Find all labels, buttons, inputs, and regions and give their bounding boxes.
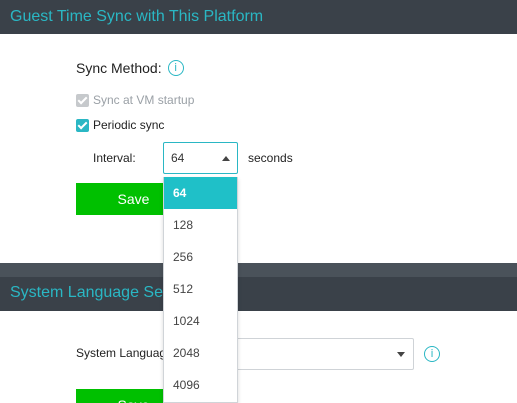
- caret-down-icon: [397, 352, 405, 357]
- periodic-sync-option[interactable]: Periodic sync: [76, 118, 164, 132]
- interval-option[interactable]: 256: [164, 241, 237, 273]
- sync-at-startup-label: Sync at VM startup: [93, 93, 195, 107]
- interval-option[interactable]: 512: [164, 273, 237, 305]
- interval-select-value: 64: [171, 151, 185, 165]
- time-sync-section-title: Guest Time Sync with This Platform: [10, 8, 264, 25]
- periodic-sync-label[interactable]: Periodic sync: [93, 118, 164, 132]
- interval-option[interactable]: 2048: [164, 337, 237, 369]
- interval-label: Interval:: [93, 151, 136, 165]
- sync-at-startup-option: Sync at VM startup: [76, 93, 194, 107]
- interval-option[interactable]: 4096: [164, 369, 237, 401]
- interval-dropdown-menu: 64 128 256 512 1024 2048 4096: [163, 177, 238, 403]
- time-sync-section-header: Guest Time Sync with This Platform: [0, 0, 517, 34]
- system-language-label: System Languag: [76, 346, 167, 360]
- sync-method-label: Sync Method:: [76, 60, 162, 76]
- sync-at-startup-checkbox: [76, 93, 89, 107]
- interval-unit-label: seconds: [248, 151, 293, 165]
- interval-select[interactable]: 64: [163, 142, 238, 174]
- info-icon[interactable]: i: [167, 60, 184, 76]
- system-language-section-header: System Language Se: [0, 263, 517, 311]
- sync-method-row: Sync Method: i: [76, 60, 184, 76]
- system-language-section-title: System Language Se: [10, 284, 163, 301]
- info-icon[interactable]: i: [424, 346, 440, 362]
- interval-option[interactable]: 64: [164, 177, 237, 209]
- periodic-sync-checkbox[interactable]: [76, 118, 89, 132]
- interval-option[interactable]: 1024: [164, 305, 237, 337]
- interval-option[interactable]: 128: [164, 209, 237, 241]
- section-divider: [0, 263, 517, 277]
- caret-up-icon: [222, 156, 230, 161]
